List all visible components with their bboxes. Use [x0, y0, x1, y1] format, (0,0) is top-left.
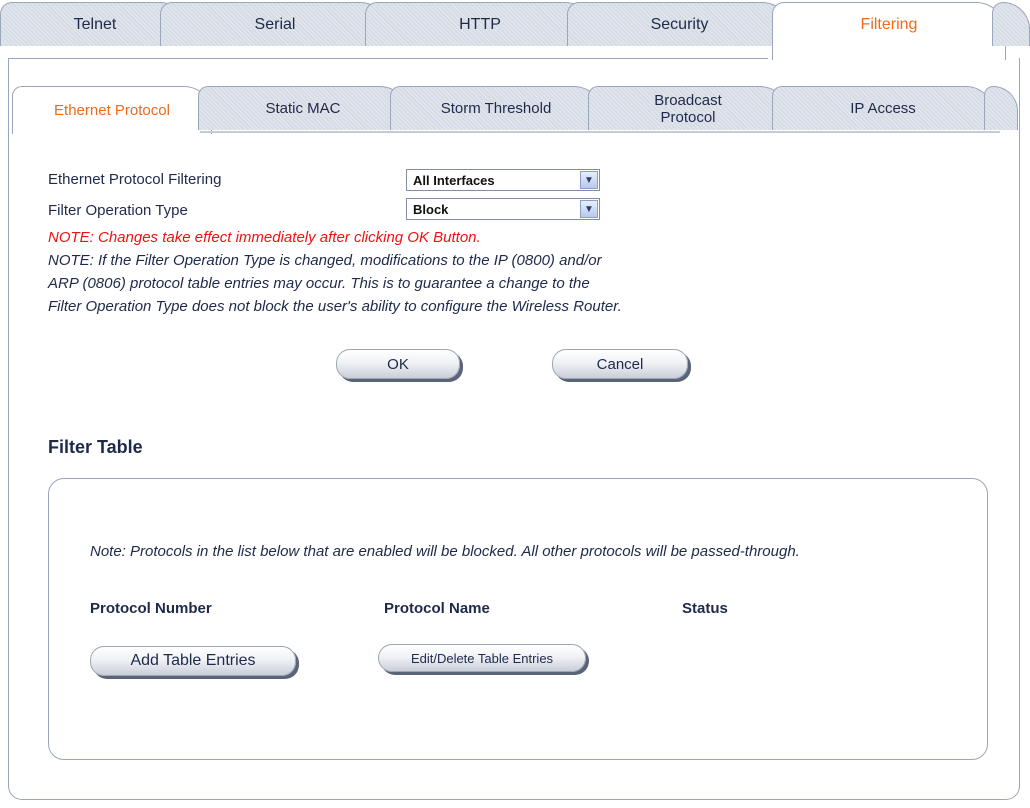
tab-security-label: Security — [650, 15, 709, 33]
subtab-storm-threshold[interactable]: Storm Threshold — [390, 86, 602, 130]
info-note-line-3: Filter Operation Type does not block the… — [48, 298, 622, 315]
filter-table-note: Note: Protocols in the list below that a… — [90, 543, 800, 560]
top-tab-bar: Telnet Serial HTTP Security Filtering — [0, 0, 1030, 62]
tab-overflow — [992, 2, 1030, 46]
subtab-ethernet-protocol-label: Ethernet Protocol — [54, 102, 170, 119]
cancel-button[interactable]: Cancel — [552, 349, 688, 379]
subtab-ethernet-protocol[interactable]: Ethernet Protocol — [12, 86, 212, 134]
column-header-protocol-number: Protocol Number — [90, 600, 212, 617]
column-header-status: Status — [682, 600, 728, 617]
tab-serial[interactable]: Serial — [160, 2, 390, 46]
subtab-static-mac-label: Static MAC — [265, 100, 341, 117]
ethernet-protocol-filtering-label: Ethernet Protocol Filtering — [48, 171, 222, 188]
subtab-ip-access-label: IP Access — [850, 100, 916, 117]
filter-operation-type-select[interactable]: Block ▼ — [406, 198, 600, 220]
ok-button[interactable]: OK — [336, 349, 460, 379]
subtab-static-mac[interactable]: Static MAC — [198, 86, 408, 130]
warning-note: NOTE: Changes take effect immediately af… — [48, 229, 481, 246]
column-header-protocol-name: Protocol Name — [384, 600, 490, 617]
tab-filtering[interactable]: Filtering — [772, 2, 1006, 60]
tab-security[interactable]: Security — [567, 2, 792, 46]
info-note-line-2: ARP (0806) protocol table entries may oc… — [48, 275, 590, 292]
subtab-storm-threshold-label: Storm Threshold — [440, 100, 552, 117]
filter-operation-type-label: Filter Operation Type — [48, 202, 188, 219]
tab-filtering-label: Filtering — [860, 15, 918, 33]
ethernet-protocol-filtering-value: All Interfaces — [413, 173, 495, 188]
subtab-divider — [200, 131, 1000, 133]
edit-delete-table-entries-button[interactable]: Edit/Delete Table Entries — [378, 644, 586, 672]
ethernet-protocol-filtering-select[interactable]: All Interfaces ▼ — [406, 169, 600, 191]
filter-table-title: Filter Table — [48, 437, 143, 457]
subtab-ip-access[interactable]: IP Access — [772, 86, 994, 130]
filter-table-panel — [48, 478, 988, 760]
subtab-broadcast-protocol[interactable]: Broadcast Protocol — [588, 86, 788, 130]
tab-serial-label: Serial — [254, 15, 296, 33]
chevron-down-icon[interactable]: ▼ — [580, 200, 598, 218]
tab-http[interactable]: HTTP — [365, 2, 595, 46]
info-note-line-1: NOTE: If the Filter Operation Type is ch… — [48, 252, 602, 269]
tab-telnet-label: Telnet — [73, 15, 117, 33]
filter-operation-type-value: Block — [413, 202, 449, 217]
chevron-down-icon[interactable]: ▼ — [580, 171, 598, 189]
tab-http-label: HTTP — [459, 15, 501, 33]
frame-divider — [8, 58, 768, 59]
add-table-entries-button[interactable]: Add Table Entries — [90, 646, 296, 676]
subtab-broadcast-protocol-label: Broadcast Protocol — [654, 91, 722, 126]
